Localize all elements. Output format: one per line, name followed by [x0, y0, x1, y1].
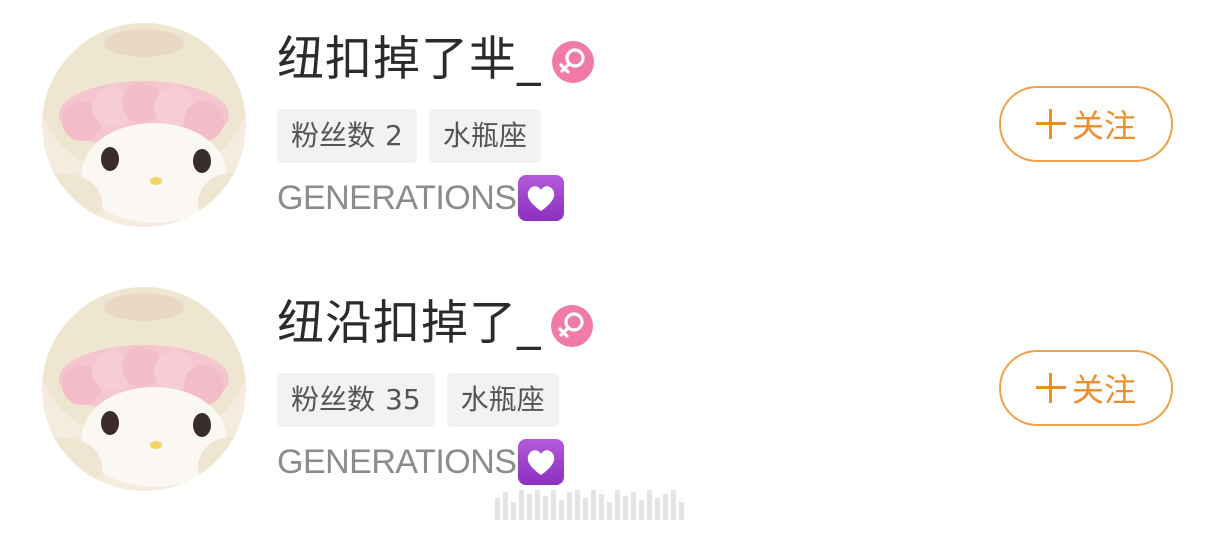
avatar[interactable]	[42, 287, 246, 491]
zodiac-tag: 水瓶座	[446, 373, 559, 427]
user-name[interactable]: 纽沿扣掉了_	[277, 294, 542, 354]
user-bio: GENERATIONS	[277, 175, 565, 221]
follow-button[interactable]: 关注	[999, 86, 1173, 162]
fans-count-value: 35	[385, 383, 421, 416]
fans-count-tag: 粉丝数 2	[277, 109, 417, 163]
user-bio: GENERATIONS	[277, 439, 565, 485]
female-icon	[551, 305, 593, 347]
follow-button-label: 关注	[1071, 371, 1136, 409]
user-tags: 粉丝数 35 水瓶座	[277, 373, 559, 427]
watermark	[495, 490, 684, 520]
user-tags: 粉丝数 2 水瓶座	[277, 109, 541, 163]
follow-button[interactable]: 关注	[999, 350, 1173, 426]
zodiac-tag: 水瓶座	[428, 109, 541, 163]
avatar[interactable]	[42, 23, 246, 227]
follow-button-label: 关注	[1071, 107, 1136, 145]
purple-heart-icon	[518, 175, 565, 221]
plus-icon	[1035, 373, 1066, 403]
fans-count-tag: 粉丝数 35	[277, 373, 435, 427]
female-icon	[552, 41, 594, 83]
fans-count-label: 粉丝数	[291, 119, 376, 152]
purple-heart-icon	[518, 439, 565, 485]
bio-text: GENERATIONS	[277, 179, 517, 217]
fans-count-label: 粉丝数	[291, 383, 376, 416]
user-list-item[interactable]: 纽沿扣掉了_ 粉丝数 35 水瓶座 GENERATIONS 关注	[0, 278, 1206, 498]
user-name[interactable]: 纽扣掉了芈_	[277, 30, 542, 90]
plus-icon	[1035, 109, 1066, 139]
bio-text: GENERATIONS	[277, 443, 517, 481]
user-list-item[interactable]: 纽扣掉了芈_ 粉丝数 2 水瓶座 GENERATIONS 关注	[0, 14, 1206, 234]
fans-count-value: 2	[385, 119, 403, 152]
